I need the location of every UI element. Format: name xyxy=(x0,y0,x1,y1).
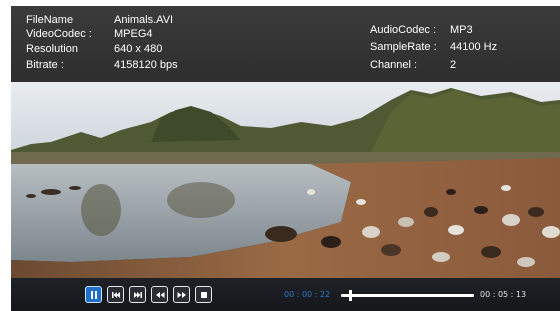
skip-forward-icon xyxy=(133,291,142,298)
info-value: Animals.AVI xyxy=(114,14,174,26)
info-label: Resolution xyxy=(26,43,78,55)
pause-button[interactable] xyxy=(85,286,102,303)
skip-back-icon xyxy=(111,291,120,298)
info-value: MP3 xyxy=(450,24,473,36)
stop-icon xyxy=(200,291,207,298)
pause-icon xyxy=(90,290,97,299)
rock xyxy=(69,186,81,190)
rock xyxy=(41,189,61,195)
playback-controls: 00 : 00 : 22 00 : 05 : 13 xyxy=(11,278,560,311)
info-value: 640 x 480 xyxy=(114,43,163,55)
rewind-button[interactable] xyxy=(151,286,168,303)
info-label: Channel : xyxy=(370,59,418,71)
stop-button[interactable] xyxy=(195,286,212,303)
rock xyxy=(26,194,36,198)
info-label: VideoCodec : xyxy=(26,28,92,40)
video-frame[interactable] xyxy=(11,82,560,278)
tree-reflection xyxy=(81,184,121,236)
rewind-icon xyxy=(155,291,164,298)
info-value: 2 xyxy=(450,59,457,71)
info-value: MPEG4 xyxy=(114,28,153,40)
fast-forward-icon xyxy=(177,291,186,298)
next-button[interactable] xyxy=(129,286,146,303)
total-time: 00 : 05 : 13 xyxy=(480,290,527,299)
media-player: FileName Animals.AVI VideoCodec : MPEG4 … xyxy=(11,6,560,311)
info-label: FileName xyxy=(26,14,74,26)
tree-reflection xyxy=(167,182,235,218)
file-info-panel: FileName Animals.AVI VideoCodec : MPEG4 … xyxy=(11,6,560,82)
seek-handle[interactable] xyxy=(349,290,352,301)
previous-button[interactable] xyxy=(107,286,124,303)
seek-bar[interactable] xyxy=(341,294,474,297)
info-value: 44100 Hz xyxy=(450,41,498,53)
info-label: AudioCodec : xyxy=(370,24,437,36)
info-label: SampleRate : xyxy=(370,41,437,53)
info-value: 4158120 bps xyxy=(114,59,178,71)
current-time: 00 : 00 : 22 xyxy=(284,290,331,299)
video-scene xyxy=(11,82,560,278)
info-label: Bitrate : xyxy=(26,59,64,71)
fast-forward-button[interactable] xyxy=(173,286,190,303)
